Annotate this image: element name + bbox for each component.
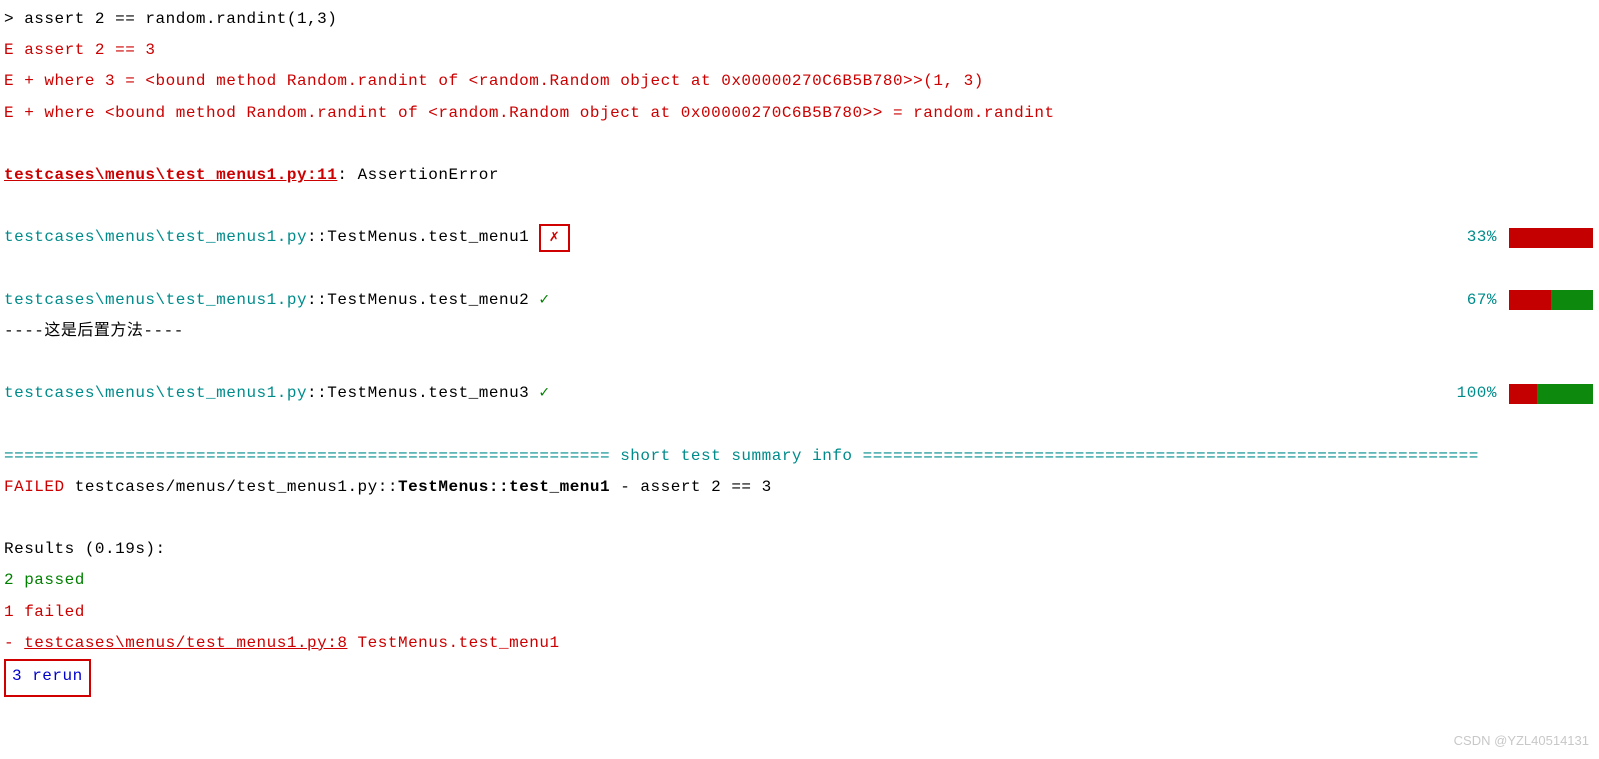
failed-label: FAILED: [4, 478, 65, 496]
progress-seg-pass: [1546, 384, 1555, 404]
test-result-row: testcases\menus\test_menus1.py::TestMenu…: [4, 222, 1595, 253]
error-location-file[interactable]: testcases\menus\test_menus1.py:11: [4, 166, 337, 184]
results-passed: 2 passed: [4, 565, 1595, 596]
progress-seg-fail: [1528, 384, 1537, 404]
progress-seg-fail: [1509, 384, 1518, 404]
progress-percent: 33%: [1467, 222, 1509, 253]
test-node: ::TestMenus.test_menu3: [307, 384, 539, 402]
trace-error-line-3: E + where <bound method Random.randint o…: [4, 98, 1595, 129]
fail-mark-icon: ✗: [549, 226, 559, 248]
progress-seg-fail: [1537, 290, 1551, 310]
test-result-row: testcases\menus\test_menus1.py::TestMenu…: [4, 378, 1595, 409]
progress-seg-fail: [1523, 290, 1537, 310]
pass-mark-icon: ✓: [539, 291, 549, 309]
teardown-message: ----这是后置方法----: [4, 316, 1595, 347]
results-rerun: 3 rerun: [12, 667, 83, 685]
results-failed-dash: -: [4, 634, 24, 652]
progress-bar: [1509, 384, 1593, 404]
progress-seg-fail: [1509, 228, 1537, 248]
progress-percent: 67%: [1467, 285, 1509, 316]
progress-bar: [1509, 228, 1593, 248]
blank-line: [4, 129, 1595, 160]
progress-seg-pass: [1537, 384, 1546, 404]
blank-line: [4, 191, 1595, 222]
progress-seg-pass: [1579, 290, 1593, 310]
progress-seg-pass: [1551, 290, 1565, 310]
failed-node: TestMenus::test_menu1: [398, 478, 610, 496]
error-location: testcases\menus\test_menus1.py:11: Asser…: [4, 160, 1595, 191]
test-result-left: testcases\menus\test_menus1.py::TestMenu…: [4, 285, 550, 316]
test-node: ::TestMenus.test_menu2: [307, 291, 539, 309]
results-header: Results (0.19s):: [4, 534, 1595, 565]
results-failed: 1 failed: [4, 597, 1595, 628]
watermark: CSDN @YZL40514131: [1454, 728, 1589, 753]
rerun-highlight-box: 3 rerun: [4, 659, 91, 697]
test-path: testcases\menus\test_menus1.py: [4, 384, 307, 402]
blank-line: [4, 254, 1595, 285]
pass-mark-icon: ✓: [539, 384, 549, 402]
failed-tail: - assert 2 == 3: [610, 478, 772, 496]
summary-failed-line: FAILED testcases/menus/test_menus1.py::T…: [4, 472, 1595, 503]
blank-line: [4, 409, 1595, 440]
progress-seg-fail: [1518, 384, 1527, 404]
results-failed-name: TestMenus.test_menu1: [347, 634, 559, 652]
progress-seg-pass: [1556, 384, 1565, 404]
progress-seg-fail: [1537, 228, 1565, 248]
trace-source-line: > assert 2 == random.randint(1,3): [4, 4, 1595, 35]
trace-error-line-2: E + where 3 = <bound method Random.randi…: [4, 66, 1595, 97]
results-failed-detail: - testcases\menus/test_menus1.py:8 TestM…: [4, 628, 1595, 659]
trace-error-line-1: E assert 2 == 3: [4, 35, 1595, 66]
test-result-left: testcases\menus\test_menus1.py::TestMenu…: [4, 378, 550, 409]
progress-seg-pass: [1565, 384, 1574, 404]
blank-line: [4, 503, 1595, 534]
progress-percent: 100%: [1457, 378, 1509, 409]
results-failed-link[interactable]: testcases\menus/test_menus1.py:8: [24, 634, 347, 652]
fail-highlight-box: ✗: [539, 224, 569, 252]
progress-seg-pass: [1574, 384, 1583, 404]
test-node: ::TestMenus.test_menu1: [307, 228, 539, 246]
progress-seg-pass: [1584, 384, 1593, 404]
progress-seg-pass: [1565, 290, 1579, 310]
blank-line: [4, 347, 1595, 378]
summary-header: ========================================…: [4, 441, 1595, 472]
test-result-left: testcases\menus\test_menus1.py::TestMenu…: [4, 222, 570, 253]
results-rerun-wrap: 3 rerun: [4, 659, 1595, 697]
progress-bar: [1509, 290, 1593, 310]
test-result-row: testcases\menus\test_menus1.py::TestMenu…: [4, 285, 1595, 316]
progress-seg-fail: [1565, 228, 1593, 248]
test-path: testcases\menus\test_menus1.py: [4, 291, 307, 309]
progress-seg-fail: [1509, 290, 1523, 310]
test-path: testcases\menus\test_menus1.py: [4, 228, 307, 246]
error-location-type: : AssertionError: [337, 166, 499, 184]
failed-path: testcases/menus/test_menus1.py::: [65, 478, 398, 496]
